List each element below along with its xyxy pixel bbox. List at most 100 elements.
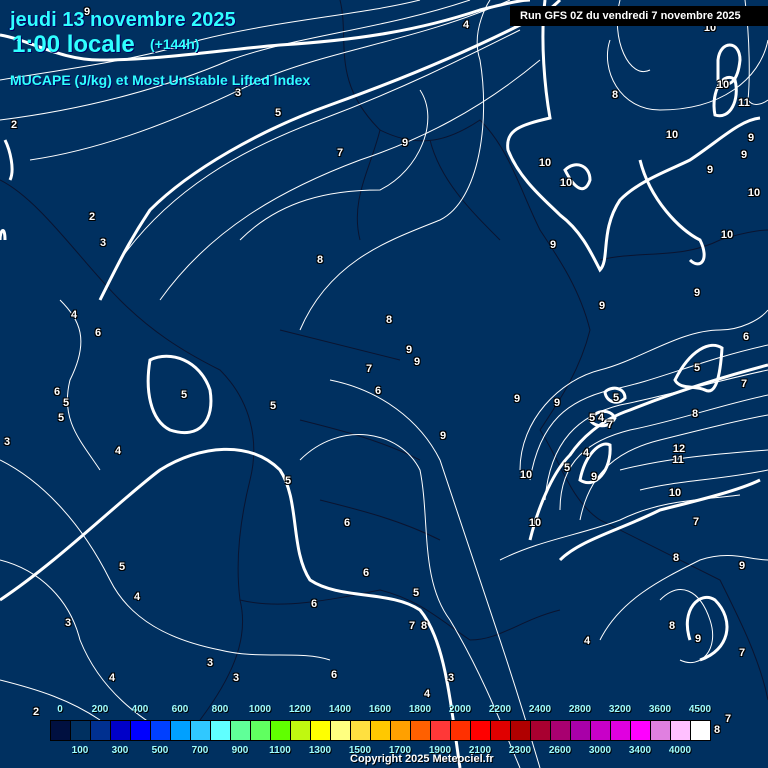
contour-label: 5 <box>693 362 701 374</box>
legend-tick-label: 2000 <box>448 704 472 715</box>
legend-tick-label: 200 <box>91 704 109 715</box>
map-canvas <box>0 0 768 768</box>
contour-label: 4 <box>582 447 590 459</box>
contour-label: 3 <box>99 237 107 249</box>
contour-label: 9 <box>738 560 746 572</box>
contour-label: 4 <box>583 635 591 647</box>
contour-label: 10 <box>665 129 679 141</box>
legend-swatch <box>391 721 411 740</box>
copyright: Copyright 2025 Meteociel.fr <box>350 753 494 765</box>
legend-swatch <box>411 721 431 740</box>
legend-tick-label: 1200 <box>288 704 312 715</box>
contour-label: 6 <box>330 669 338 681</box>
contour-label: 8 <box>420 620 428 632</box>
contour-label: 4 <box>597 412 605 424</box>
legend-tick-label: 1600 <box>368 704 392 715</box>
contours-thick <box>0 0 768 768</box>
legend-swatch <box>91 721 111 740</box>
contour-label: 3 <box>206 657 214 669</box>
legend-swatch <box>651 721 671 740</box>
contour-label: 9 <box>747 132 755 144</box>
contour-label: 9 <box>598 300 606 312</box>
contour-label: 5 <box>612 392 620 404</box>
contour-label: 7 <box>740 378 748 390</box>
contour-label: 2 <box>32 706 40 718</box>
contour-label: 7 <box>365 363 373 375</box>
contour-label: 7 <box>336 147 344 159</box>
forecast-lead: (+144h) <box>150 36 200 52</box>
borders <box>0 0 768 721</box>
legend-swatch <box>351 721 371 740</box>
contour-label: 11 <box>738 97 750 109</box>
legend-tick-label: 1800 <box>408 704 432 715</box>
color-legend <box>50 720 711 741</box>
contour-label: 10 <box>716 79 730 91</box>
legend-tick-label: 1300 <box>308 745 332 756</box>
contour-label: 9 <box>513 393 521 405</box>
contour-label: 7 <box>724 713 732 725</box>
legend-swatch <box>271 721 291 740</box>
legend-tick-label: 4000 <box>668 745 692 756</box>
contour-label: 6 <box>374 385 382 397</box>
contour-label: 8 <box>691 408 699 420</box>
run-info: Run GFS 0Z du vendredi 7 novembre 2025 <box>510 6 768 26</box>
contour-label: 6 <box>94 327 102 339</box>
contour-label: 9 <box>693 287 701 299</box>
legend-tick-label: 700 <box>191 745 209 756</box>
contour-label: 3 <box>234 87 242 99</box>
legend-swatch <box>311 721 331 740</box>
contour-label: 6 <box>362 567 370 579</box>
contour-label: 11 <box>672 454 684 466</box>
legend-swatch <box>191 721 211 740</box>
parameter-title: MUCAPE (J/kg) et Most Unstable Lifted In… <box>10 72 311 88</box>
contour-label: 7 <box>606 419 614 431</box>
contour-label: 10 <box>528 517 542 529</box>
contour-label: 5 <box>118 561 126 573</box>
contour-label: 8 <box>668 620 676 632</box>
contour-label: 5 <box>62 397 70 409</box>
contour-label: 9 <box>439 430 447 442</box>
legend-swatch <box>51 721 71 740</box>
legend-swatch <box>251 721 271 740</box>
contour-label: 9 <box>553 397 561 409</box>
legend-swatch <box>111 721 131 740</box>
contour-label: 2 <box>88 211 96 223</box>
contour-label: 10 <box>668 487 682 499</box>
legend-tick-label: 2600 <box>548 745 572 756</box>
legend-tick-label: 1400 <box>328 704 352 715</box>
legend-swatch <box>631 721 651 740</box>
legend-tick-label: 100 <box>71 745 89 756</box>
legend-tick-label: 800 <box>211 704 229 715</box>
contour-label: 5 <box>269 400 277 412</box>
contour-label: 5 <box>57 412 65 424</box>
contour-label: 10 <box>559 177 573 189</box>
forecast-date: jeudi 13 novembre 2025 <box>10 9 236 31</box>
legend-swatch <box>71 721 91 740</box>
contour-label: 4 <box>462 19 470 31</box>
contour-label: 8 <box>713 724 721 736</box>
contour-label: 9 <box>405 344 413 356</box>
weather-map: 9 4 10 3 5 2 7 9 8 10 11 10 10 10 9 9 9 10 10 2 3 8 9 4 6 8 9 9 6 9 9 7… <box>0 0 768 768</box>
contour-label: 4 <box>114 445 122 457</box>
contour-label: 9 <box>401 137 409 149</box>
legend-swatch <box>171 721 191 740</box>
contour-label: 8 <box>672 552 680 564</box>
legend-swatch <box>451 721 471 740</box>
legend-swatch <box>151 721 171 740</box>
contour-label: 3 <box>64 617 72 629</box>
contour-label: 6 <box>310 598 318 610</box>
contours-thin <box>0 0 768 768</box>
contour-label: 9 <box>694 633 702 645</box>
legend-tick-label: 3400 <box>628 745 652 756</box>
legend-swatch <box>431 721 451 740</box>
legend-swatch <box>211 721 231 740</box>
legend-tick-label: 2300 <box>508 745 532 756</box>
contour-label: 5 <box>563 462 571 474</box>
contour-label: 6 <box>343 517 351 529</box>
legend-swatch <box>131 721 151 740</box>
legend-tick-label: 500 <box>151 745 169 756</box>
legend-tick-label: 2200 <box>488 704 512 715</box>
contour-label: 5 <box>180 389 188 401</box>
contour-label: 10 <box>538 157 552 169</box>
contour-label: 9 <box>706 164 714 176</box>
